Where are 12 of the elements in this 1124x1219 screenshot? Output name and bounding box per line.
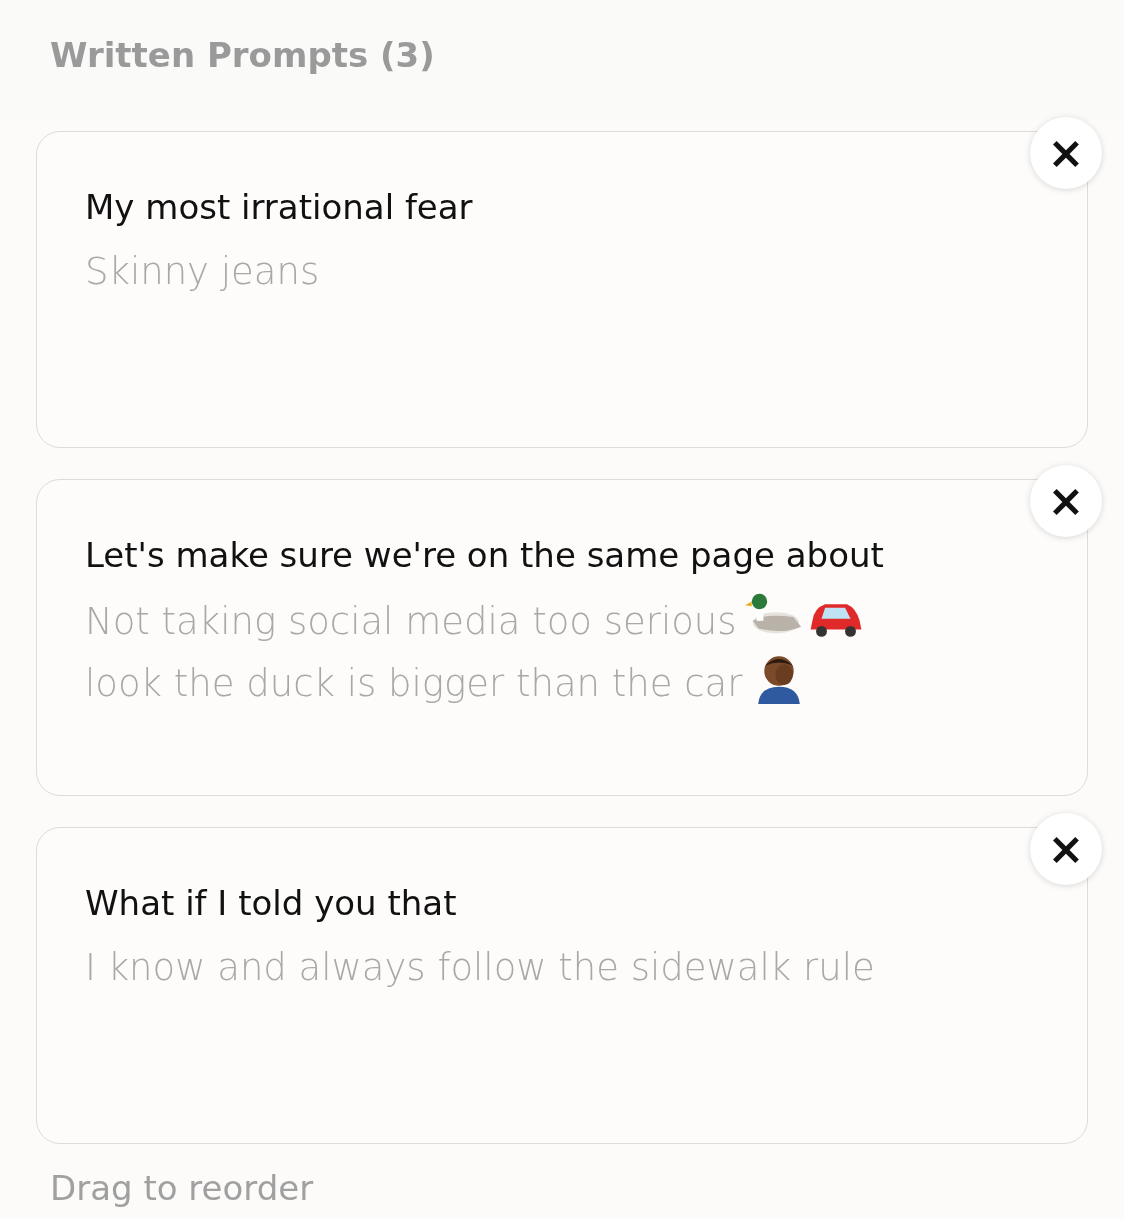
prompt-answer: Not taking social media too serious: [85, 599, 737, 645]
prompt-answer: look the duck is bigger than the car: [85, 661, 743, 707]
prompt-answer: Skinny jeans: [85, 249, 320, 295]
prompt-question: My most irrational fear: [85, 186, 474, 229]
close-button[interactable]: ×: [1030, 465, 1102, 537]
prompt-question: Let's make sure we're on the same page about: [85, 534, 885, 577]
prompt-answer: I know and always follow the sidewalk rule: [85, 945, 875, 991]
reorder-hint: Drag to reorder: [49, 1167, 315, 1208]
prompt-question: What if I told you that: [85, 882, 458, 925]
close-button[interactable]: ×: [1030, 813, 1102, 885]
close-button[interactable]: ×: [1030, 117, 1102, 189]
section-title: Written Prompts (3): [50, 35, 435, 75]
